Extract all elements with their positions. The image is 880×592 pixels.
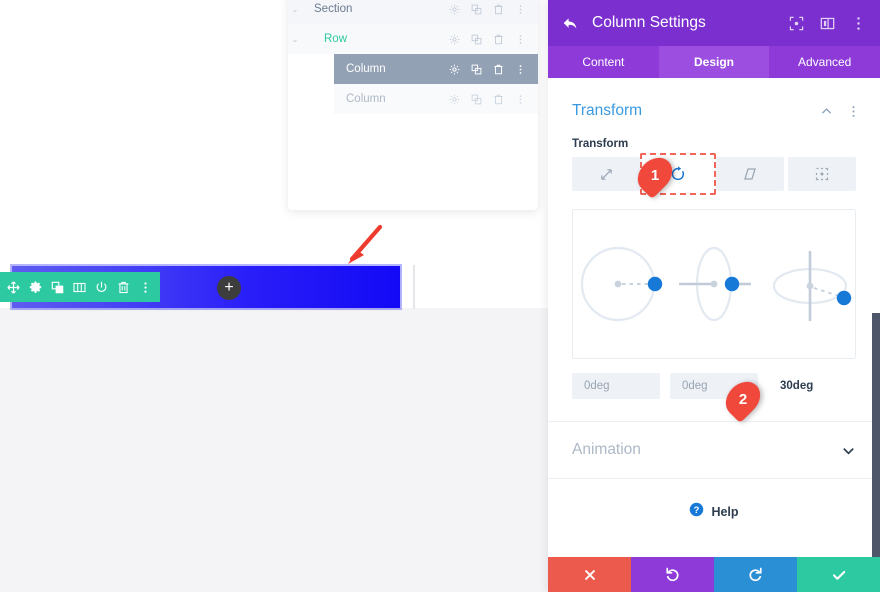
trash-icon[interactable] (493, 94, 504, 105)
more-options-icon[interactable] (851, 16, 866, 31)
duplicate-icon[interactable] (471, 94, 482, 105)
transform-origin-button[interactable] (788, 157, 856, 191)
duplicate-icon[interactable] (471, 4, 482, 15)
trash-icon[interactable] (112, 272, 134, 302)
gear-icon[interactable] (449, 94, 460, 105)
settings-footer[interactable] (548, 557, 880, 592)
add-module-button[interactable]: + (217, 276, 241, 300)
more-options-icon[interactable] (515, 94, 526, 105)
more-options-icon[interactable] (134, 272, 156, 302)
cancel-button[interactable] (548, 557, 631, 592)
panel-scrollbar[interactable] (872, 313, 880, 557)
layer-actions[interactable] (449, 64, 538, 75)
layers-panel: ⌄ Section ⌄ Row Column Column (288, 0, 538, 210)
trash-icon[interactable] (493, 4, 504, 15)
save-button[interactable] (797, 557, 880, 592)
page-title: Column Settings (592, 14, 706, 31)
rotate-x-input[interactable]: 0deg (572, 373, 660, 399)
rotate-inputs[interactable]: 0deg 0deg 30deg (548, 359, 880, 399)
red-arrow-annotation (340, 224, 388, 273)
rotate-x-widget (580, 246, 663, 322)
power-icon[interactable] (90, 272, 112, 302)
chevron-up-icon[interactable] (820, 105, 833, 118)
duplicate-icon[interactable] (46, 272, 68, 302)
settings-header-actions[interactable] (789, 16, 866, 31)
move-icon[interactable] (2, 272, 24, 302)
layer-row-column-selected[interactable]: Column (334, 54, 538, 84)
chevron-down-icon[interactable] (841, 443, 856, 458)
layer-label: Column (346, 63, 386, 75)
redo-button[interactable] (714, 557, 797, 592)
more-options-icon[interactable] (847, 105, 860, 118)
app-root: + ⌄ Section ⌄ Row Column Column Column S… (0, 0, 880, 592)
transform-field-label: Transform (572, 138, 629, 150)
marker-number: 1 (650, 166, 660, 184)
transform-type-buttons[interactable] (548, 153, 880, 195)
animation-section-header[interactable]: Animation (548, 421, 880, 479)
settings-tabs[interactable]: Content Design Advanced (548, 46, 880, 78)
transform-section-header[interactable]: Transform (548, 78, 880, 124)
gear-icon[interactable] (449, 4, 460, 15)
marker-number: 2 (738, 390, 748, 408)
rotate-z-input[interactable]: 30deg (768, 373, 856, 399)
layer-actions[interactable] (449, 34, 538, 45)
rotate-z-widget (772, 251, 852, 321)
scale-button[interactable] (572, 157, 640, 191)
layout-view-icon[interactable] (820, 16, 835, 31)
settings-body: Transform Transform 0deg 0deg 30deg Anim… (548, 78, 880, 557)
section-title: Animation (572, 441, 641, 458)
back-arrow-icon[interactable] (562, 15, 586, 32)
layer-label: Row (324, 33, 348, 45)
column-settings-panel: Column Settings Content Design Advanced … (548, 0, 880, 592)
duplicate-icon[interactable] (471, 64, 482, 75)
layer-label: Section (314, 3, 353, 15)
rotate-preview[interactable] (572, 209, 856, 359)
trash-icon[interactable] (493, 64, 504, 75)
columns-icon[interactable] (68, 272, 90, 302)
settings-header: Column Settings (548, 0, 880, 46)
layer-row-row[interactable]: ⌄ Row (288, 24, 538, 54)
gear-icon[interactable] (449, 64, 460, 75)
fullscreen-icon[interactable] (789, 16, 804, 31)
canvas-background-band (0, 308, 548, 592)
help-label: Help (711, 505, 739, 519)
chevron-down-icon[interactable]: ⌄ (288, 5, 302, 14)
more-options-icon[interactable] (515, 64, 526, 75)
more-options-icon[interactable] (515, 34, 526, 45)
gear-icon[interactable] (449, 34, 460, 45)
rotate-y-widget (679, 246, 751, 322)
annotation-marker-1: 1 (630, 150, 680, 200)
tab-content[interactable]: Content (548, 46, 659, 78)
more-options-icon[interactable] (515, 4, 526, 15)
layer-row-section[interactable]: ⌄ Section (288, 0, 538, 24)
svg-text:?: ? (694, 505, 700, 515)
skew-button[interactable] (716, 157, 784, 191)
layer-actions[interactable] (449, 94, 538, 105)
section-title: Transform (572, 102, 643, 119)
layer-label: Column (346, 93, 386, 105)
tab-advanced[interactable]: Advanced (769, 46, 880, 78)
column-divider (413, 265, 415, 309)
trash-icon[interactable] (493, 34, 504, 45)
tab-design[interactable]: Design (658, 46, 770, 78)
chevron-down-icon[interactable]: ⌄ (288, 35, 302, 44)
undo-button[interactable] (631, 557, 714, 592)
duplicate-icon[interactable] (471, 34, 482, 45)
module-hover-toolbar[interactable] (0, 272, 160, 302)
annotation-marker-2: 2 (718, 374, 768, 424)
gear-icon[interactable] (24, 272, 46, 302)
layer-row-column[interactable]: Column (334, 84, 538, 114)
help-link[interactable]: ? Help (548, 479, 880, 545)
layer-actions[interactable] (449, 4, 538, 15)
help-icon: ? (689, 502, 704, 522)
